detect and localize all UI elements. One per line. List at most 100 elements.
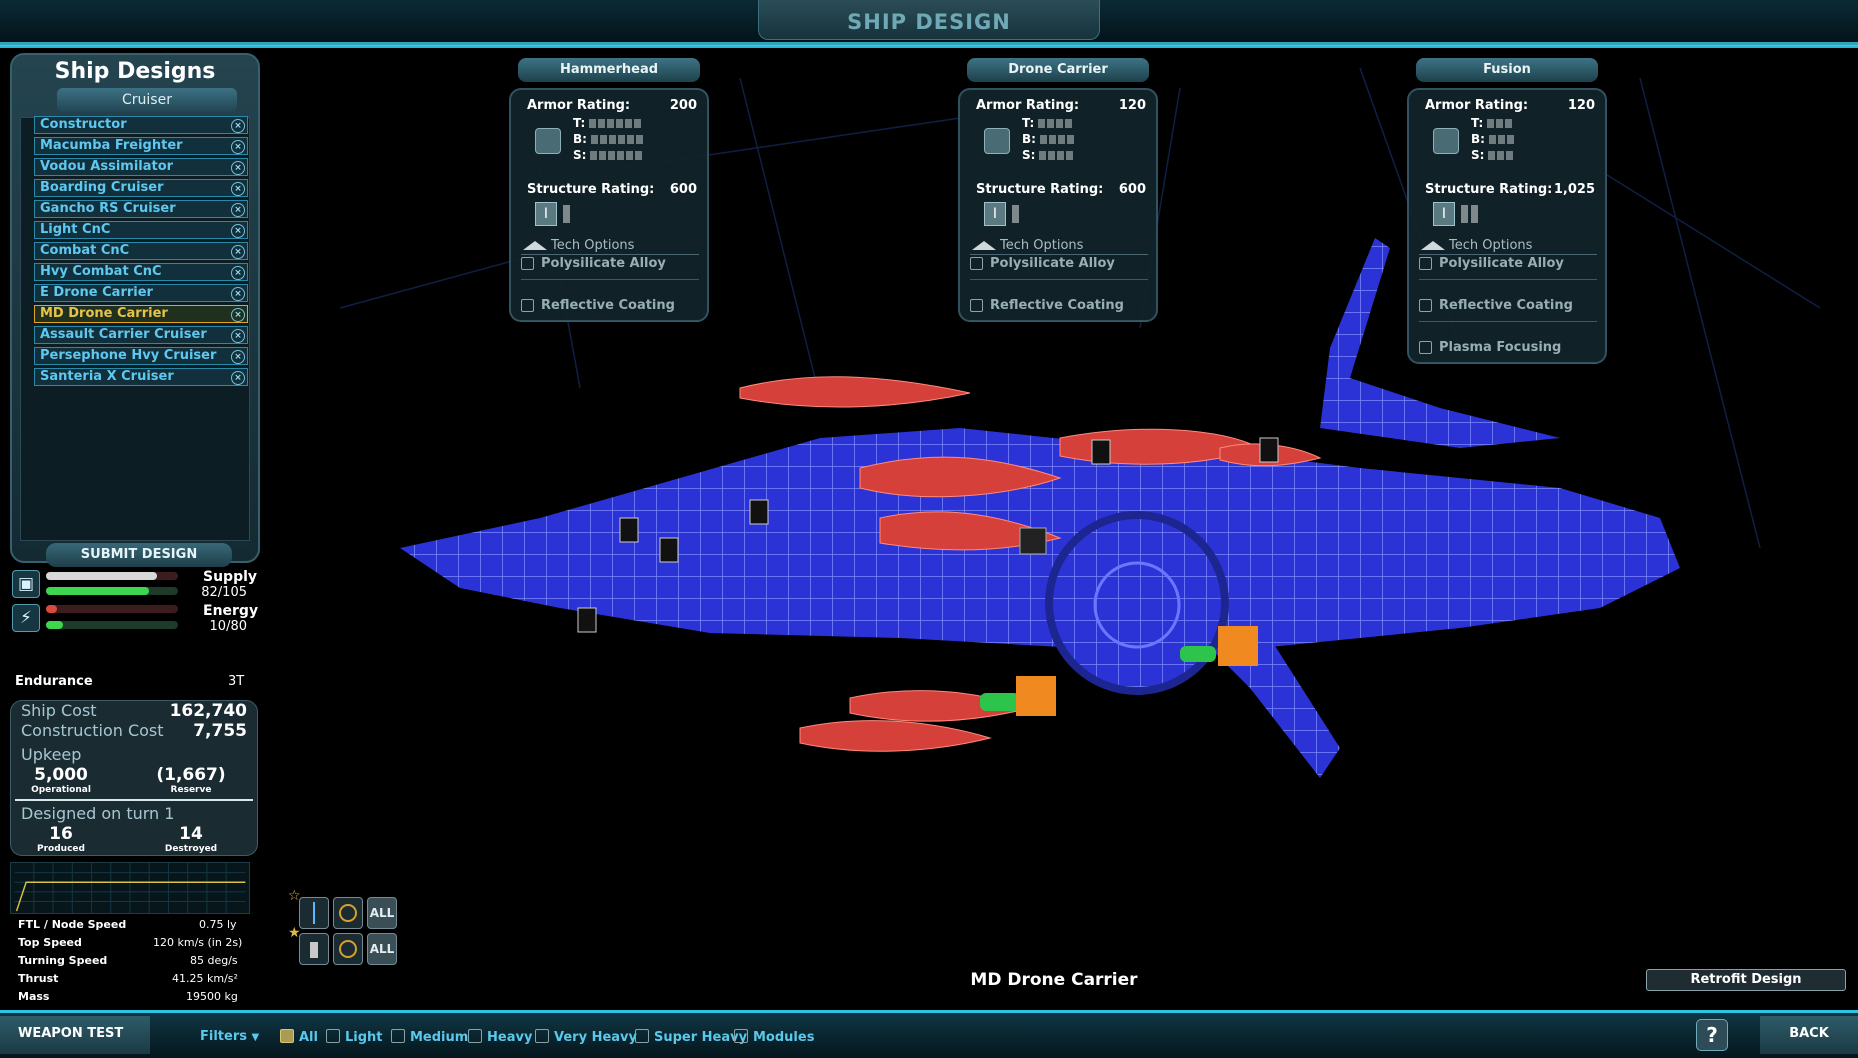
chevron-down-icon: ▼ [251, 1032, 260, 1043]
filter-checkbox[interactable] [391, 1029, 405, 1043]
design-list-item[interactable]: Combat CnC × [34, 242, 248, 260]
delete-design-icon[interactable]: × [231, 182, 245, 196]
delete-design-icon[interactable]: × [231, 224, 245, 238]
design-item-label: Hvy Combat CnC [40, 264, 162, 279]
delete-design-icon[interactable]: × [231, 287, 245, 301]
retrofit-design-button[interactable]: Retrofit Design [1646, 969, 1846, 991]
delete-design-icon[interactable]: × [231, 350, 245, 364]
delete-design-icon[interactable]: × [231, 161, 245, 175]
design-list-item[interactable]: Vodou Assimilator × [34, 158, 248, 176]
tech-options-header[interactable]: Tech Options [970, 238, 1148, 255]
help-button[interactable]: ? [1696, 1019, 1728, 1051]
structure-rating-label: Structure Rating: [976, 182, 1104, 197]
stat-value: 41.25 km/s² [172, 972, 238, 985]
design-list-item[interactable]: Macumba Freighter × [34, 137, 248, 155]
tech-option[interactable]: Polysilicate Alloy [970, 256, 1148, 280]
delete-design-icon[interactable]: × [231, 266, 245, 280]
armor-shield-icon [1433, 128, 1459, 154]
operational-value: 5,000 [34, 765, 88, 785]
filter-very-heavy[interactable]: Very Heavy [535, 1029, 637, 1045]
tech-option-checkbox[interactable] [1419, 299, 1432, 312]
filter-checkbox[interactable] [635, 1029, 649, 1043]
filter-heavy[interactable]: Heavy [468, 1029, 532, 1045]
tech-option[interactable]: Polysilicate Alloy [521, 256, 699, 280]
delete-design-icon[interactable]: × [231, 203, 245, 217]
design-list-item[interactable]: Hvy Combat CnC × [34, 263, 248, 281]
filter-all[interactable]: All [280, 1029, 318, 1045]
design-list-item[interactable]: Assault Carrier Cruiser × [34, 326, 248, 344]
armor-shield-icon [535, 128, 561, 154]
armor-pips [1488, 149, 1515, 163]
filter-modules[interactable]: Modules [734, 1029, 814, 1045]
stat-value: 85 deg/s [190, 954, 238, 967]
delete-design-icon[interactable]: × [231, 371, 245, 385]
armor-t-row: T: [573, 116, 643, 131]
energy-value: 10/80 [209, 619, 247, 634]
design-list-item[interactable]: Santeria X Cruiser × [34, 368, 248, 386]
filter-checkbox[interactable] [468, 1029, 482, 1043]
tech-option[interactable]: Reflective Coating [521, 298, 699, 322]
filter-light[interactable]: Light [326, 1029, 383, 1045]
delete-design-icon[interactable]: × [231, 308, 245, 322]
armor-b-label: B: [1471, 132, 1485, 146]
tech-option[interactable]: Reflective Coating [1419, 298, 1597, 322]
delete-design-icon[interactable]: × [231, 119, 245, 133]
armor-b-label: B: [573, 132, 587, 146]
filter-checkbox[interactable] [535, 1029, 549, 1043]
weapon-group-1-target-button[interactable] [333, 897, 363, 929]
design-item-label: Combat CnC [40, 243, 130, 258]
section-tab[interactable]: Drone Carrier [967, 58, 1149, 82]
filter-checkbox[interactable] [734, 1029, 748, 1043]
structure-rating-value: 600 [1118, 182, 1146, 197]
weapon-test-button[interactable]: WEAPON TEST [0, 1016, 150, 1054]
armor-t-row: T: [1471, 116, 1514, 131]
section-tab[interactable]: Fusion [1416, 58, 1598, 82]
section-armor-panel: Armor Rating: 120 T: B: S: Structure Rating: 1… [1407, 88, 1607, 364]
construction-cost-value: 7,755 [193, 721, 247, 741]
speed-graph [10, 862, 250, 914]
section-armor-panel: Armor Rating: 200 T: B: S: Structure Rating: 6… [509, 88, 709, 322]
design-list-item[interactable]: E Drone Carrier × [34, 284, 248, 302]
weapon-group-2-all-button[interactable]: ALL [367, 933, 397, 965]
design-list-item[interactable]: Boarding Cruiser × [34, 179, 248, 197]
filter-checkbox[interactable] [326, 1029, 340, 1043]
weapon-group-2-missile-button[interactable] [299, 933, 329, 965]
delete-design-icon[interactable]: × [231, 140, 245, 154]
filter-medium[interactable]: Medium [391, 1029, 468, 1045]
tech-option-checkbox[interactable] [521, 299, 534, 312]
tech-option[interactable]: Plasma Focusing [1419, 340, 1597, 364]
tech-option-checkbox[interactable] [1419, 341, 1432, 354]
tech-option[interactable]: Reflective Coating [970, 298, 1148, 322]
design-list-item[interactable]: Gancho RS Cruiser × [34, 200, 248, 218]
section-tab[interactable]: Hammerhead [518, 58, 700, 82]
armor-rating-value: 120 [1567, 98, 1595, 113]
stat-value: 0.75 ly [199, 918, 237, 931]
tech-option-checkbox[interactable] [521, 257, 534, 270]
filters-dropdown[interactable]: Filters ▼ [200, 1029, 259, 1044]
structure-pip [1012, 205, 1019, 223]
tech-option-checkbox[interactable] [970, 257, 983, 270]
armor-rating-label: Armor Rating: [1425, 98, 1529, 113]
filter-super-heavy[interactable]: Super Heavy [635, 1029, 747, 1045]
design-list-item[interactable]: Light CnC × [34, 221, 248, 239]
delete-design-icon[interactable]: × [231, 329, 245, 343]
stat-label: Mass [18, 990, 50, 1003]
weapon-group-1-beam-button[interactable] [299, 897, 329, 929]
filter-checkbox[interactable] [280, 1029, 294, 1043]
design-list-item[interactable]: MD Drone Carrier × [34, 305, 248, 323]
weapon-group-2-target-button[interactable] [333, 933, 363, 965]
design-list-item[interactable]: Persephone Hvy Cruiser × [34, 347, 248, 365]
tech-options-header[interactable]: Tech Options [1419, 238, 1597, 255]
back-button[interactable]: BACK [1760, 1016, 1858, 1054]
delete-design-icon[interactable]: × [231, 245, 245, 259]
tech-option-checkbox[interactable] [970, 299, 983, 312]
tech-option[interactable]: Polysilicate Alloy [1419, 256, 1597, 280]
tech-options-header[interactable]: Tech Options [521, 238, 699, 255]
tech-option-checkbox[interactable] [1419, 257, 1432, 270]
structure-rating-label: Structure Rating: [1425, 182, 1553, 197]
class-tab-cruiser[interactable]: Cruiser [57, 88, 237, 112]
submit-design-button[interactable]: SUBMIT DESIGN [46, 543, 232, 567]
structure-pip [1471, 205, 1478, 223]
design-list-item[interactable]: Constructor × [34, 116, 248, 134]
weapon-group-1-all-button[interactable]: ALL [367, 897, 397, 929]
